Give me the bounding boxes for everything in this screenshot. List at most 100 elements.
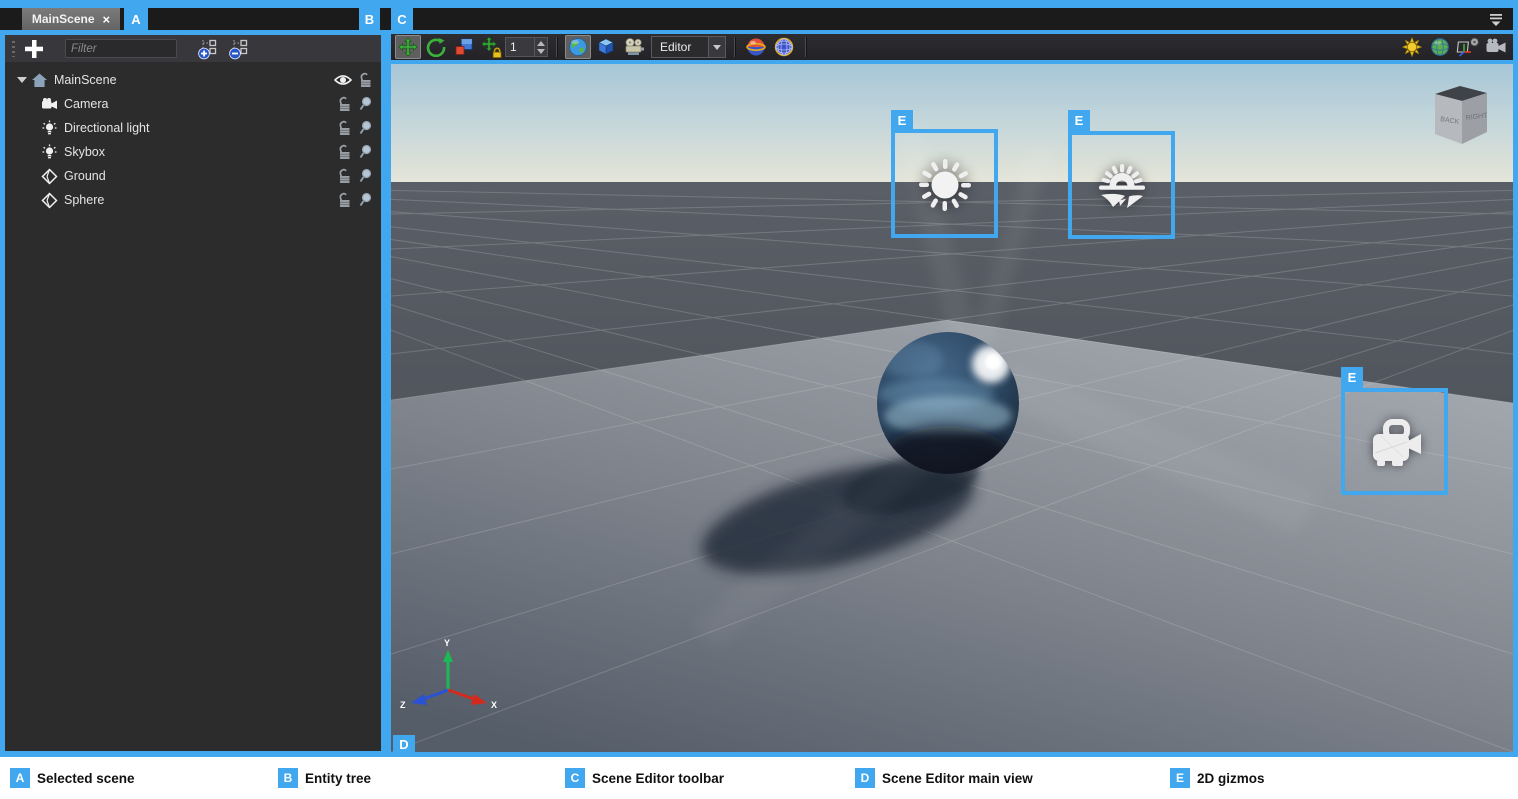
visibility-eye-icon[interactable] bbox=[334, 73, 352, 87]
globe-icon bbox=[568, 37, 588, 57]
gizmo-settings-icon bbox=[1456, 36, 1480, 58]
legend-text-c: Scene Editor toolbar bbox=[592, 771, 724, 786]
annotation-label-b: B bbox=[359, 8, 380, 30]
tree-item-label: MainScene bbox=[54, 73, 117, 87]
physics-shapes-button[interactable] bbox=[743, 35, 769, 59]
tree-row-directional-light[interactable]: Directional light bbox=[5, 116, 381, 140]
expand-all-button[interactable] bbox=[195, 37, 221, 61]
camera-gizmo-icon bbox=[1361, 409, 1429, 475]
tab-mainscene[interactable]: MainScene × bbox=[22, 8, 120, 30]
annotation-legend: A Selected scene B Entity tree C Scene E… bbox=[0, 757, 1518, 799]
cube-display-button[interactable] bbox=[593, 35, 619, 59]
lighting-button[interactable] bbox=[1399, 35, 1425, 59]
scene-home-icon bbox=[31, 72, 48, 89]
legend-item-e: E 2D gizmos bbox=[1170, 768, 1265, 788]
legend-item-c: C Scene Editor toolbar bbox=[565, 768, 724, 788]
annotation-label-e: E bbox=[1341, 367, 1363, 388]
projector-icon bbox=[623, 37, 645, 57]
skybox-gizmo-icon bbox=[1089, 152, 1155, 218]
camera-gizmo[interactable] bbox=[1341, 388, 1448, 495]
move-tool-button[interactable] bbox=[395, 35, 421, 59]
legend-item-b: B Entity tree bbox=[278, 768, 371, 788]
camera-view-dropdown[interactable]: Editor bbox=[651, 36, 726, 58]
lock-open-icon[interactable] bbox=[337, 144, 352, 160]
camera-view-label: Editor bbox=[652, 40, 708, 54]
tree-row-mainscene[interactable]: MainScene bbox=[5, 68, 381, 92]
sun-icon bbox=[1402, 37, 1422, 57]
legend-key-a: A bbox=[10, 768, 30, 788]
lock-open-icon[interactable] bbox=[337, 168, 352, 184]
toolbar-separator bbox=[805, 37, 806, 57]
axis-y-label: Y bbox=[444, 638, 450, 648]
dropdown-chevron-button[interactable] bbox=[708, 37, 725, 57]
light-bulb-icon bbox=[41, 144, 58, 161]
lock-open-icon[interactable] bbox=[337, 120, 352, 136]
scene-editor-toolbar: Editor bbox=[391, 34, 1513, 60]
skybox-gizmo[interactable] bbox=[1068, 131, 1175, 239]
environment-button[interactable] bbox=[1427, 35, 1453, 59]
render-mode-button[interactable] bbox=[621, 35, 647, 59]
snap-value-stepper[interactable] bbox=[535, 37, 548, 57]
magnifier-icon[interactable] bbox=[358, 192, 373, 208]
lock-open-icon[interactable] bbox=[337, 192, 352, 208]
light-bulb-icon bbox=[41, 120, 58, 137]
world-space-toggle-button[interactable] bbox=[565, 35, 591, 59]
legend-text-a: Selected scene bbox=[37, 771, 135, 786]
sphere-red-blue-icon bbox=[746, 37, 766, 57]
magnifier-icon[interactable] bbox=[358, 168, 373, 184]
model-icon bbox=[41, 168, 58, 185]
expand-all-icon bbox=[197, 38, 219, 60]
camera-gray-icon bbox=[1485, 37, 1507, 57]
tree-item-label: Sphere bbox=[64, 193, 104, 207]
tree-row-sphere[interactable]: Sphere bbox=[5, 188, 381, 212]
scale-icon bbox=[454, 37, 474, 57]
lock-open-icon[interactable] bbox=[358, 72, 373, 88]
expander-icon[interactable] bbox=[17, 77, 27, 83]
sun-gizmo-icon bbox=[912, 151, 978, 217]
magnifier-icon[interactable] bbox=[358, 96, 373, 112]
tree-row-ground[interactable]: Ground bbox=[5, 164, 381, 188]
toolbar-separator bbox=[734, 37, 735, 57]
rotate-tool-button[interactable] bbox=[423, 35, 449, 59]
legend-key-e: E bbox=[1170, 768, 1190, 788]
snap-value-input[interactable] bbox=[505, 37, 535, 57]
collapse-all-button[interactable] bbox=[226, 37, 252, 61]
camera-icon bbox=[41, 96, 58, 113]
grip-handle-icon[interactable] bbox=[12, 41, 15, 57]
legend-key-d: D bbox=[855, 768, 875, 788]
legend-text-e: 2D gizmos bbox=[1197, 771, 1265, 786]
filter-input[interactable] bbox=[65, 39, 177, 58]
annotation-label-a: A bbox=[124, 8, 148, 30]
annotation-divider bbox=[381, 30, 391, 757]
add-entity-button[interactable] bbox=[19, 37, 49, 61]
tree-row-skybox[interactable]: Skybox bbox=[5, 140, 381, 164]
window-menu-icon[interactable] bbox=[1487, 11, 1505, 27]
camera-settings-button[interactable] bbox=[1483, 35, 1509, 59]
lock-open-icon[interactable] bbox=[337, 96, 352, 112]
collapse-all-icon bbox=[228, 38, 250, 60]
toolbar-separator bbox=[556, 37, 557, 57]
tree-row-camera[interactable]: Camera bbox=[5, 92, 381, 116]
tree-item-label: Camera bbox=[64, 97, 108, 111]
snap-translation-button[interactable] bbox=[479, 35, 505, 59]
spinner-down-icon[interactable] bbox=[537, 49, 545, 54]
toolbar-right-group bbox=[1397, 34, 1509, 60]
tree-item-label: Directional light bbox=[64, 121, 149, 135]
magnifier-icon[interactable] bbox=[358, 144, 373, 160]
tree-item-label: Skybox bbox=[64, 145, 105, 159]
legend-key-c: C bbox=[565, 768, 585, 788]
scale-tool-button[interactable] bbox=[451, 35, 477, 59]
tab-label: MainScene bbox=[32, 12, 95, 26]
plus-icon bbox=[23, 38, 45, 60]
entity-tree: MainScene Camer bbox=[5, 62, 381, 751]
magnifier-icon[interactable] bbox=[358, 120, 373, 136]
spinner-up-icon[interactable] bbox=[537, 41, 545, 46]
annotation-label-d: D bbox=[393, 735, 415, 754]
close-icon[interactable]: × bbox=[103, 12, 111, 27]
wireframe-button[interactable] bbox=[771, 35, 797, 59]
legend-key-b: B bbox=[278, 768, 298, 788]
gizmo-options-button[interactable] bbox=[1455, 35, 1481, 59]
annotation-border-right bbox=[1513, 8, 1518, 757]
legend-text-b: Entity tree bbox=[305, 771, 371, 786]
directional-light-gizmo[interactable] bbox=[891, 129, 998, 238]
